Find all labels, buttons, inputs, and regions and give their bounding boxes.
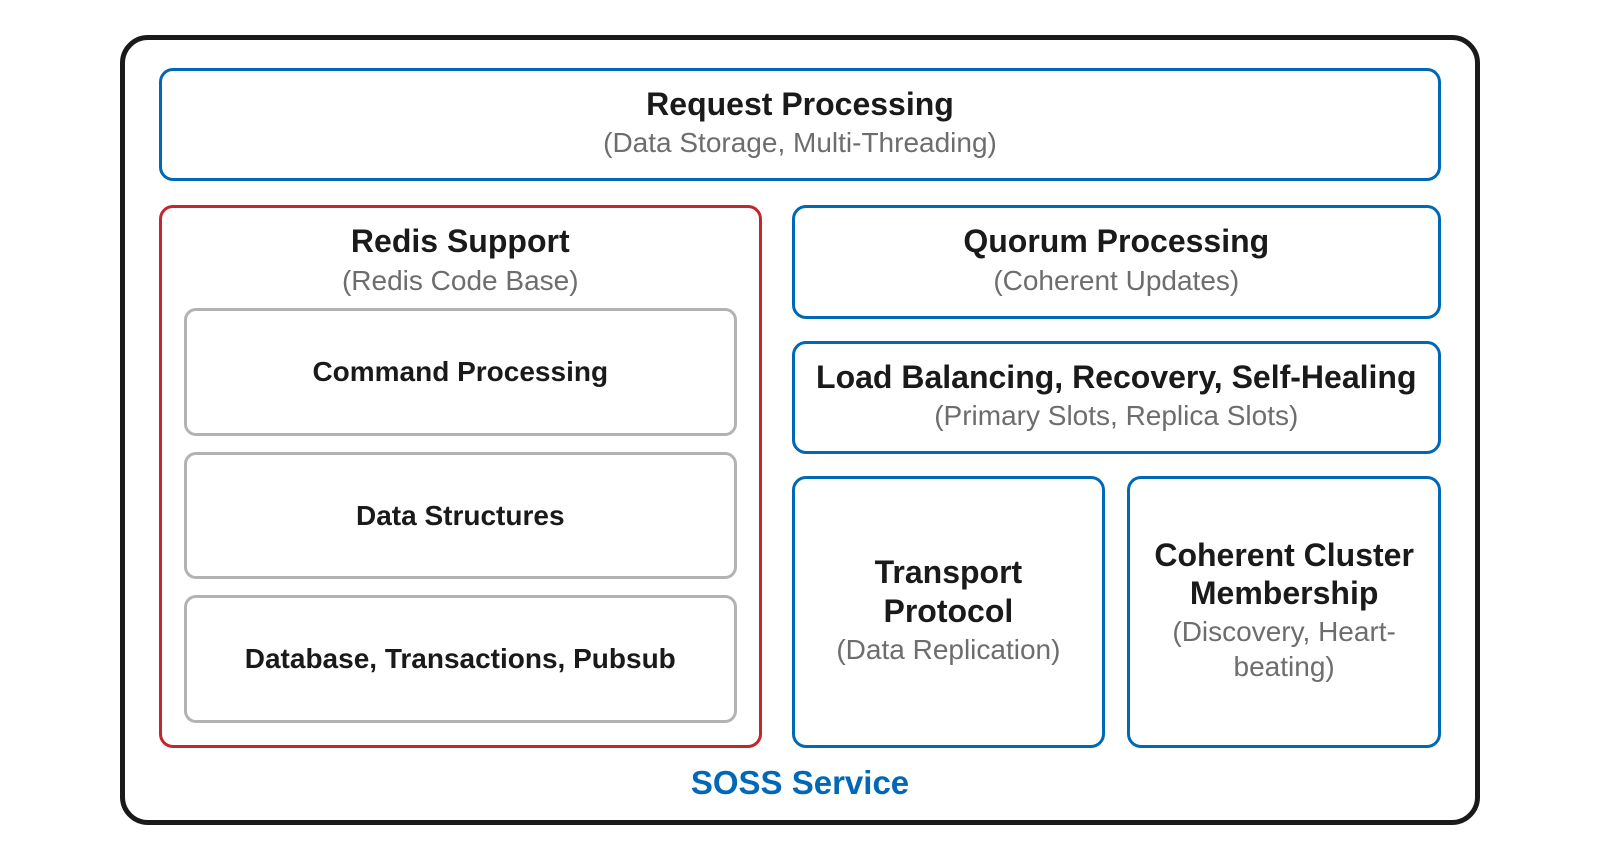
redis-support-subtitle: (Redis Code Base)	[184, 263, 737, 298]
transport-title: Transport Protocol	[807, 553, 1091, 630]
database-transactions-title: Database, Transactions, Pubsub	[201, 642, 720, 676]
data-structures-box: Data Structures	[184, 452, 737, 580]
bottom-row: Transport Protocol (Data Replication) Co…	[792, 476, 1441, 748]
command-processing-title: Command Processing	[201, 355, 720, 389]
request-processing-box: Request Processing (Data Storage, Multi-…	[159, 68, 1441, 181]
request-processing-title: Request Processing	[172, 85, 1428, 123]
membership-subtitle: (Discovery, Heart-beating)	[1142, 614, 1426, 684]
database-transactions-box: Database, Transactions, Pubsub	[184, 595, 737, 723]
redis-support-title: Redis Support	[184, 222, 737, 260]
data-structures-title: Data Structures	[201, 499, 720, 533]
soss-service-container: Request Processing (Data Storage, Multi-…	[120, 35, 1480, 825]
right-column: Quorum Processing (Coherent Updates) Loa…	[792, 205, 1441, 748]
cluster-membership-box: Coherent Cluster Membership (Discovery, …	[1127, 476, 1441, 748]
quorum-processing-box: Quorum Processing (Coherent Updates)	[792, 205, 1441, 318]
transport-protocol-box: Transport Protocol (Data Replication)	[792, 476, 1106, 748]
load-balancing-box: Load Balancing, Recovery, Self-Healing (…	[792, 341, 1441, 454]
quorum-subtitle: (Coherent Updates)	[807, 263, 1426, 298]
service-label: SOSS Service	[159, 764, 1441, 802]
command-processing-box: Command Processing	[184, 308, 737, 436]
redis-inner-stack: Command Processing Data Structures Datab…	[184, 308, 737, 723]
request-processing-subtitle: (Data Storage, Multi-Threading)	[172, 125, 1428, 160]
columns: Redis Support (Redis Code Base) Command …	[159, 205, 1441, 748]
load-balancing-subtitle: (Primary Slots, Replica Slots)	[807, 398, 1426, 433]
redis-support-box: Redis Support (Redis Code Base) Command …	[159, 205, 762, 748]
membership-title: Coherent Cluster Membership	[1142, 536, 1426, 613]
transport-subtitle: (Data Replication)	[807, 632, 1091, 667]
quorum-title: Quorum Processing	[807, 222, 1426, 260]
left-column: Redis Support (Redis Code Base) Command …	[159, 205, 762, 748]
load-balancing-title: Load Balancing, Recovery, Self-Healing	[807, 358, 1426, 396]
